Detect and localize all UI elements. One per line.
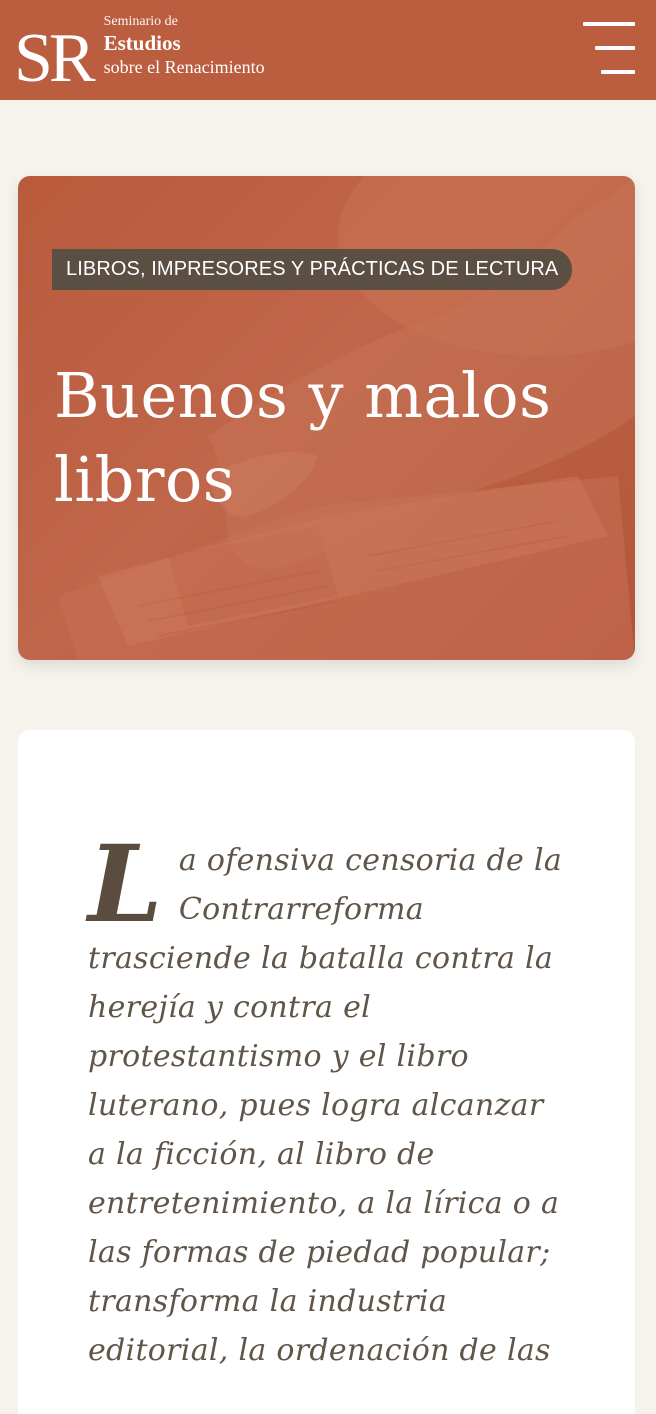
logo-wordmark: Seminario de Estudios sobre el Renacimie… [104,14,265,78]
menu-bar-bottom [601,70,635,74]
logo-line-seminario: Seminario de [103,14,178,29]
drop-cap: L [88,821,163,946]
hamburger-menu-icon[interactable] [583,22,635,74]
page-title: Buenos y malos libros [54,359,552,516]
article-lead-paragraph: L a ofensiva censoria de la Contrarrefor… [88,821,568,1375]
logo-line-estudios: Estudios [103,31,181,55]
hero-banner: LIBROS, IMPRESORES Y PRÁCTICAS DE LECTUR… [18,176,635,660]
logo-monogram: SR [14,20,96,97]
site-logo[interactable]: SR Seminario de Estudios sobre el Renaci… [14,10,265,97]
menu-bar-top [583,22,635,26]
article-card: L a ofensiva censoria de la Contrarrefor… [18,730,635,1414]
logo-line-renacimiento: sobre el Renacimiento [103,57,265,77]
category-tag[interactable]: LIBROS, IMPRESORES Y PRÁCTICAS DE LECTUR… [52,249,573,290]
site-header: SR Seminario de Estudios sobre el Renaci… [0,0,656,100]
menu-bar-middle [595,46,635,50]
